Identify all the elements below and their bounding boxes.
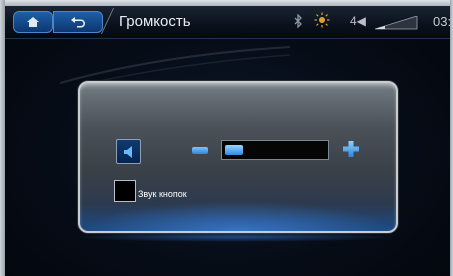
- volume-slider-fill: [225, 145, 243, 155]
- volume-screen: Громкость 4◀ 03:39: [0, 0, 453, 276]
- volume-down-button[interactable]: [192, 147, 208, 154]
- volume-up-button[interactable]: [342, 140, 360, 158]
- home-button[interactable]: [13, 11, 53, 33]
- button-sound-checkbox[interactable]: [114, 180, 136, 202]
- page-title: Громкость: [119, 13, 191, 30]
- status-bar: Громкость 4◀ 03:39: [5, 6, 453, 39]
- signal-strength-icon: [375, 16, 418, 30]
- sun-icon: [314, 12, 330, 28]
- mute-button[interactable]: [116, 139, 141, 164]
- bluetooth-icon: [294, 14, 302, 28]
- volume-panel: Звук кнопок: [78, 81, 398, 233]
- clock: 03:39: [433, 14, 453, 29]
- volume-slider[interactable]: [221, 140, 329, 160]
- panel-glow: [80, 201, 396, 231]
- background-sweep: [60, 46, 290, 85]
- bottom-glow: [70, 232, 400, 242]
- volume-indicator: 4◀: [350, 14, 366, 28]
- button-sound-label: Звук кнопок: [138, 189, 187, 199]
- home-icon: [27, 17, 39, 27]
- back-button[interactable]: [53, 11, 103, 33]
- back-arrow-icon: [71, 17, 85, 28]
- device-frame-left: [0, 0, 5, 276]
- speaker-icon: [123, 145, 132, 158]
